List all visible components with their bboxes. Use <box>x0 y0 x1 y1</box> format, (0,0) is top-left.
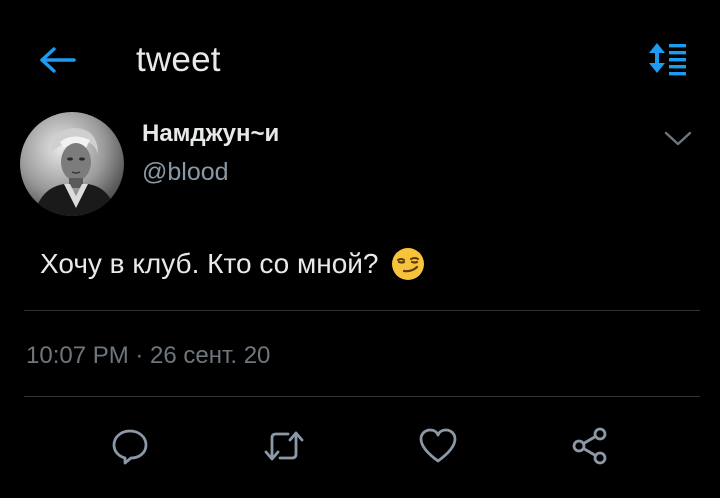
sort-filter-icon <box>649 43 686 76</box>
tweet-text: Хочу в клуб. Кто со мной? <box>40 247 425 281</box>
tweet-action-bar <box>0 418 720 474</box>
smirking-face-emoji <box>391 248 424 280</box>
tweet-timestamp: 10:07 PM · 26 сент. 20 <box>26 342 271 369</box>
retweet-icon <box>264 431 304 461</box>
reply-icon <box>112 429 148 465</box>
author-name[interactable]: Намджун~и <box>142 120 279 148</box>
share-icon <box>572 427 607 465</box>
chevron-down-icon <box>664 131 692 146</box>
like-heart-icon <box>419 428 457 463</box>
tweet-text-content: Хочу в клуб. Кто со мной? <box>40 248 379 279</box>
like-button[interactable] <box>410 418 466 474</box>
page-title: tweet <box>136 40 221 79</box>
author-handle[interactable]: @blood <box>142 158 229 187</box>
avatar-photo <box>20 112 124 216</box>
back-button[interactable] <box>36 38 80 82</box>
divider <box>24 396 700 397</box>
reply-button[interactable] <box>102 418 158 474</box>
retweet-button[interactable] <box>256 418 312 474</box>
sort-filter-button[interactable] <box>644 38 692 78</box>
top-app-bar: tweet <box>0 0 720 110</box>
tweet-menu-button[interactable] <box>660 124 696 152</box>
avatar[interactable] <box>20 112 124 216</box>
divider <box>24 310 700 311</box>
share-button[interactable] <box>562 418 618 474</box>
arrow-left-icon <box>40 47 76 73</box>
